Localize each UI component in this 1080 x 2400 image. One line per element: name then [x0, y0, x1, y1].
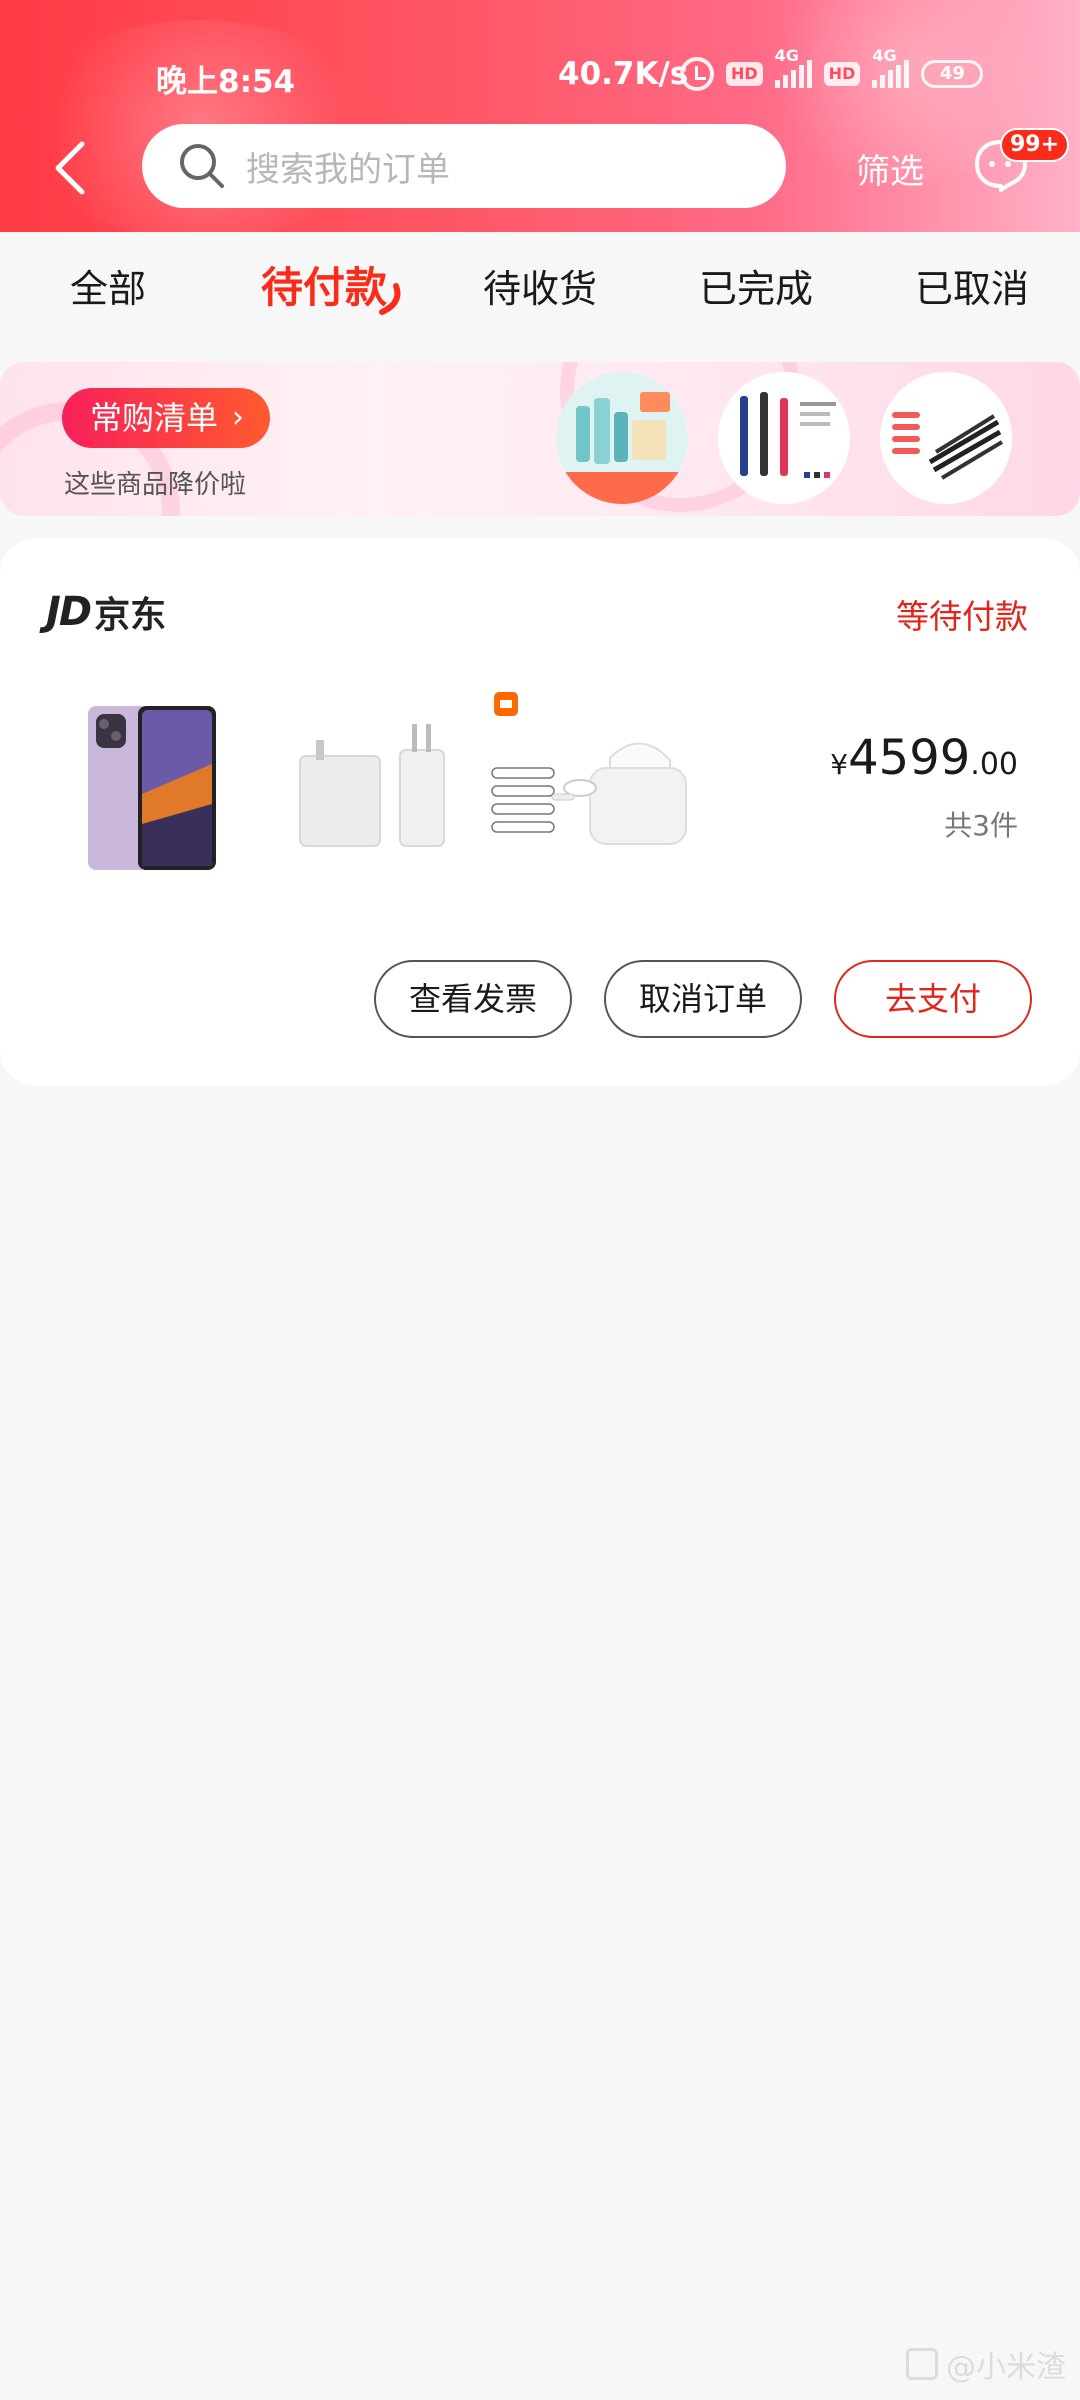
- network-type: 4G: [872, 46, 897, 65]
- price-integer: 4599: [848, 730, 971, 786]
- price-decimal: .00: [970, 747, 1018, 782]
- search-icon: [180, 144, 224, 188]
- order-price: ¥4599.00: [830, 730, 1018, 786]
- jd-logo: JD: [46, 589, 92, 635]
- view-invoice-button[interactable]: 查看发票: [374, 960, 572, 1038]
- phone-product-image[interactable]: [84, 704, 220, 874]
- watermark: @小米渣: [906, 2342, 1066, 2386]
- status-icons: HD 4G HD 4G 49: [680, 46, 984, 94]
- search-input[interactable]: 搜索我的订单: [142, 124, 786, 208]
- tab-pending-receipt[interactable]: 待收货: [450, 258, 630, 313]
- filter-button[interactable]: 筛选: [856, 144, 924, 193]
- pens-thumbnail[interactable]: [718, 372, 850, 504]
- signal-icon: 4G: [872, 46, 910, 88]
- tab-cancelled[interactable]: 已取消: [882, 258, 1062, 313]
- tab-completed[interactable]: 已完成: [666, 258, 846, 313]
- status-bar: 晚上8:54 40.7K/s HD 4G HD 4G 49: [0, 40, 1080, 110]
- tab-all[interactable]: 全部: [18, 258, 198, 313]
- status-time: 晚上8:54: [156, 64, 296, 100]
- hd-icon: HD: [823, 62, 861, 86]
- cancel-order-button[interactable]: 取消订单: [604, 960, 802, 1038]
- watermark-icon: [906, 2348, 938, 2380]
- shop-name: 京东: [94, 595, 167, 636]
- watermark-text: @小米渣: [946, 2350, 1066, 2385]
- chevron-right-icon: ›: [232, 400, 245, 435]
- price-currency: ¥: [830, 748, 849, 781]
- network-type: 4G: [774, 46, 799, 65]
- hd-icon: HD: [726, 62, 763, 86]
- charger-product-image[interactable]: [296, 720, 446, 860]
- tweezers-thumbnail[interactable]: [880, 372, 1012, 504]
- battery-icon: 49: [921, 60, 984, 88]
- banner-subtitle: 这些商品降价啦: [64, 470, 247, 500]
- signal-icon: 4G: [774, 46, 812, 88]
- frequent-buy-banner[interactable]: 常购清单 › 这些商品降价啦: [0, 362, 1080, 516]
- order-status: 等待付款: [896, 597, 1028, 636]
- item-count: 共3件: [944, 809, 1018, 842]
- search-placeholder: 搜索我的订单: [246, 149, 450, 190]
- cosmetics-thumbnail[interactable]: [556, 372, 688, 504]
- frequent-buy-list-button[interactable]: 常购清单 ›: [62, 388, 271, 448]
- shop-header[interactable]: JD 京东: [46, 586, 166, 638]
- active-tab-indicator: [379, 283, 401, 315]
- header: 晚上8:54 40.7K/s HD 4G HD 4G 49 搜索我的订单 筛选: [0, 0, 1080, 232]
- network-speed: 40.7K/s: [558, 56, 689, 92]
- order-tabs: 全部 待付款 待收货 已完成 已取消: [0, 232, 1080, 340]
- order-card[interactable]: JD 京东 等待付款 ¥4599.00 共3件 查看发票 取消订单 去支付: [0, 538, 1080, 1086]
- frequent-buy-list-label: 常购清单: [90, 399, 219, 437]
- earbuds-product-image[interactable]: [490, 688, 700, 868]
- pay-button[interactable]: 去支付: [834, 960, 1032, 1038]
- back-icon[interactable]: [50, 140, 90, 196]
- alarm-icon: [680, 57, 714, 91]
- message-count-badge: 99+: [1000, 128, 1070, 162]
